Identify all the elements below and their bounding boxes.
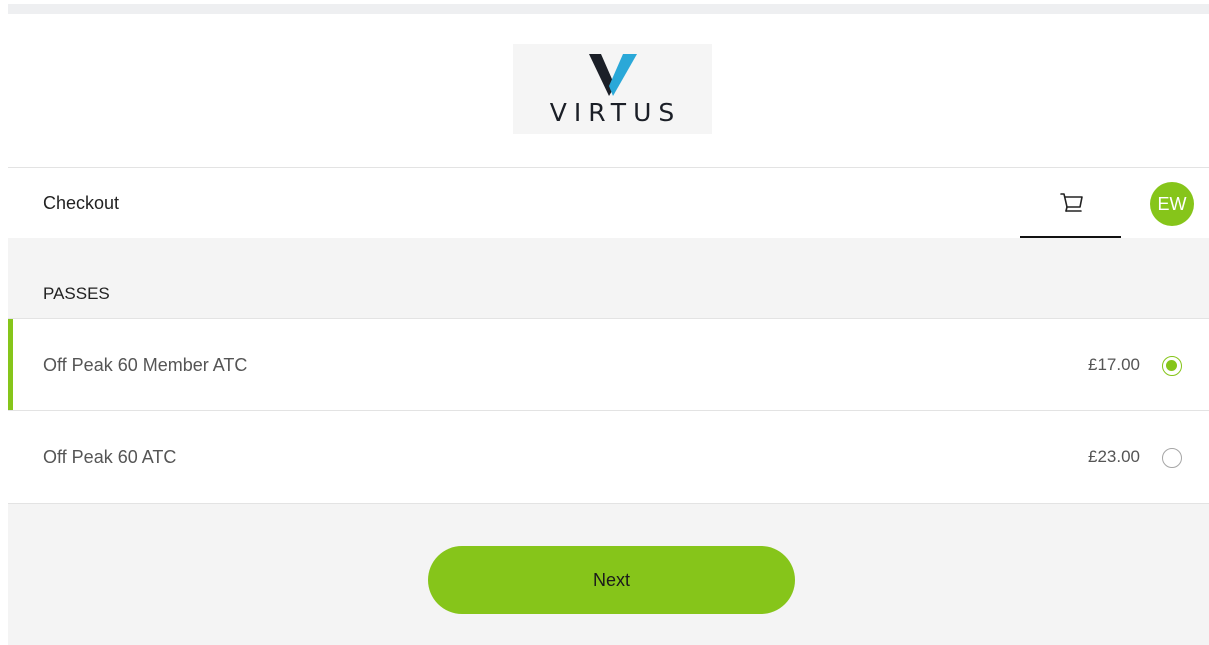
pass-option-member[interactable]: Off Peak 60 Member ATC £17.00 [8,318,1209,410]
cart-icon [1060,193,1083,212]
pass-radio-selected[interactable] [1162,356,1182,376]
pass-radio[interactable] [1162,448,1182,468]
page-title: Checkout [43,193,120,213]
passes-section: PASSES Off Peak 60 Member ATC £17.00 Off… [8,238,1209,645]
pass-name: Off Peak 60 Member ATC [43,355,248,375]
pass-option-standard[interactable]: Off Peak 60 ATC £23.00 [8,410,1209,504]
pass-price: £23.00 [1088,447,1140,466]
cart-tab[interactable] [1020,168,1121,238]
next-button[interactable]: Next [428,546,795,614]
top-strip [8,4,1209,14]
virtus-logo-mark-icon [589,54,637,96]
section-title: PASSES [43,284,110,303]
virtus-logo: VIRTUS [513,44,712,134]
avatar[interactable]: EW [1150,182,1194,226]
checkout-header: Checkout EW [8,167,1209,239]
logo-text: VIRTUS [549,98,682,127]
pass-price: £17.00 [1088,355,1140,374]
pass-name: Off Peak 60 ATC [43,447,177,467]
